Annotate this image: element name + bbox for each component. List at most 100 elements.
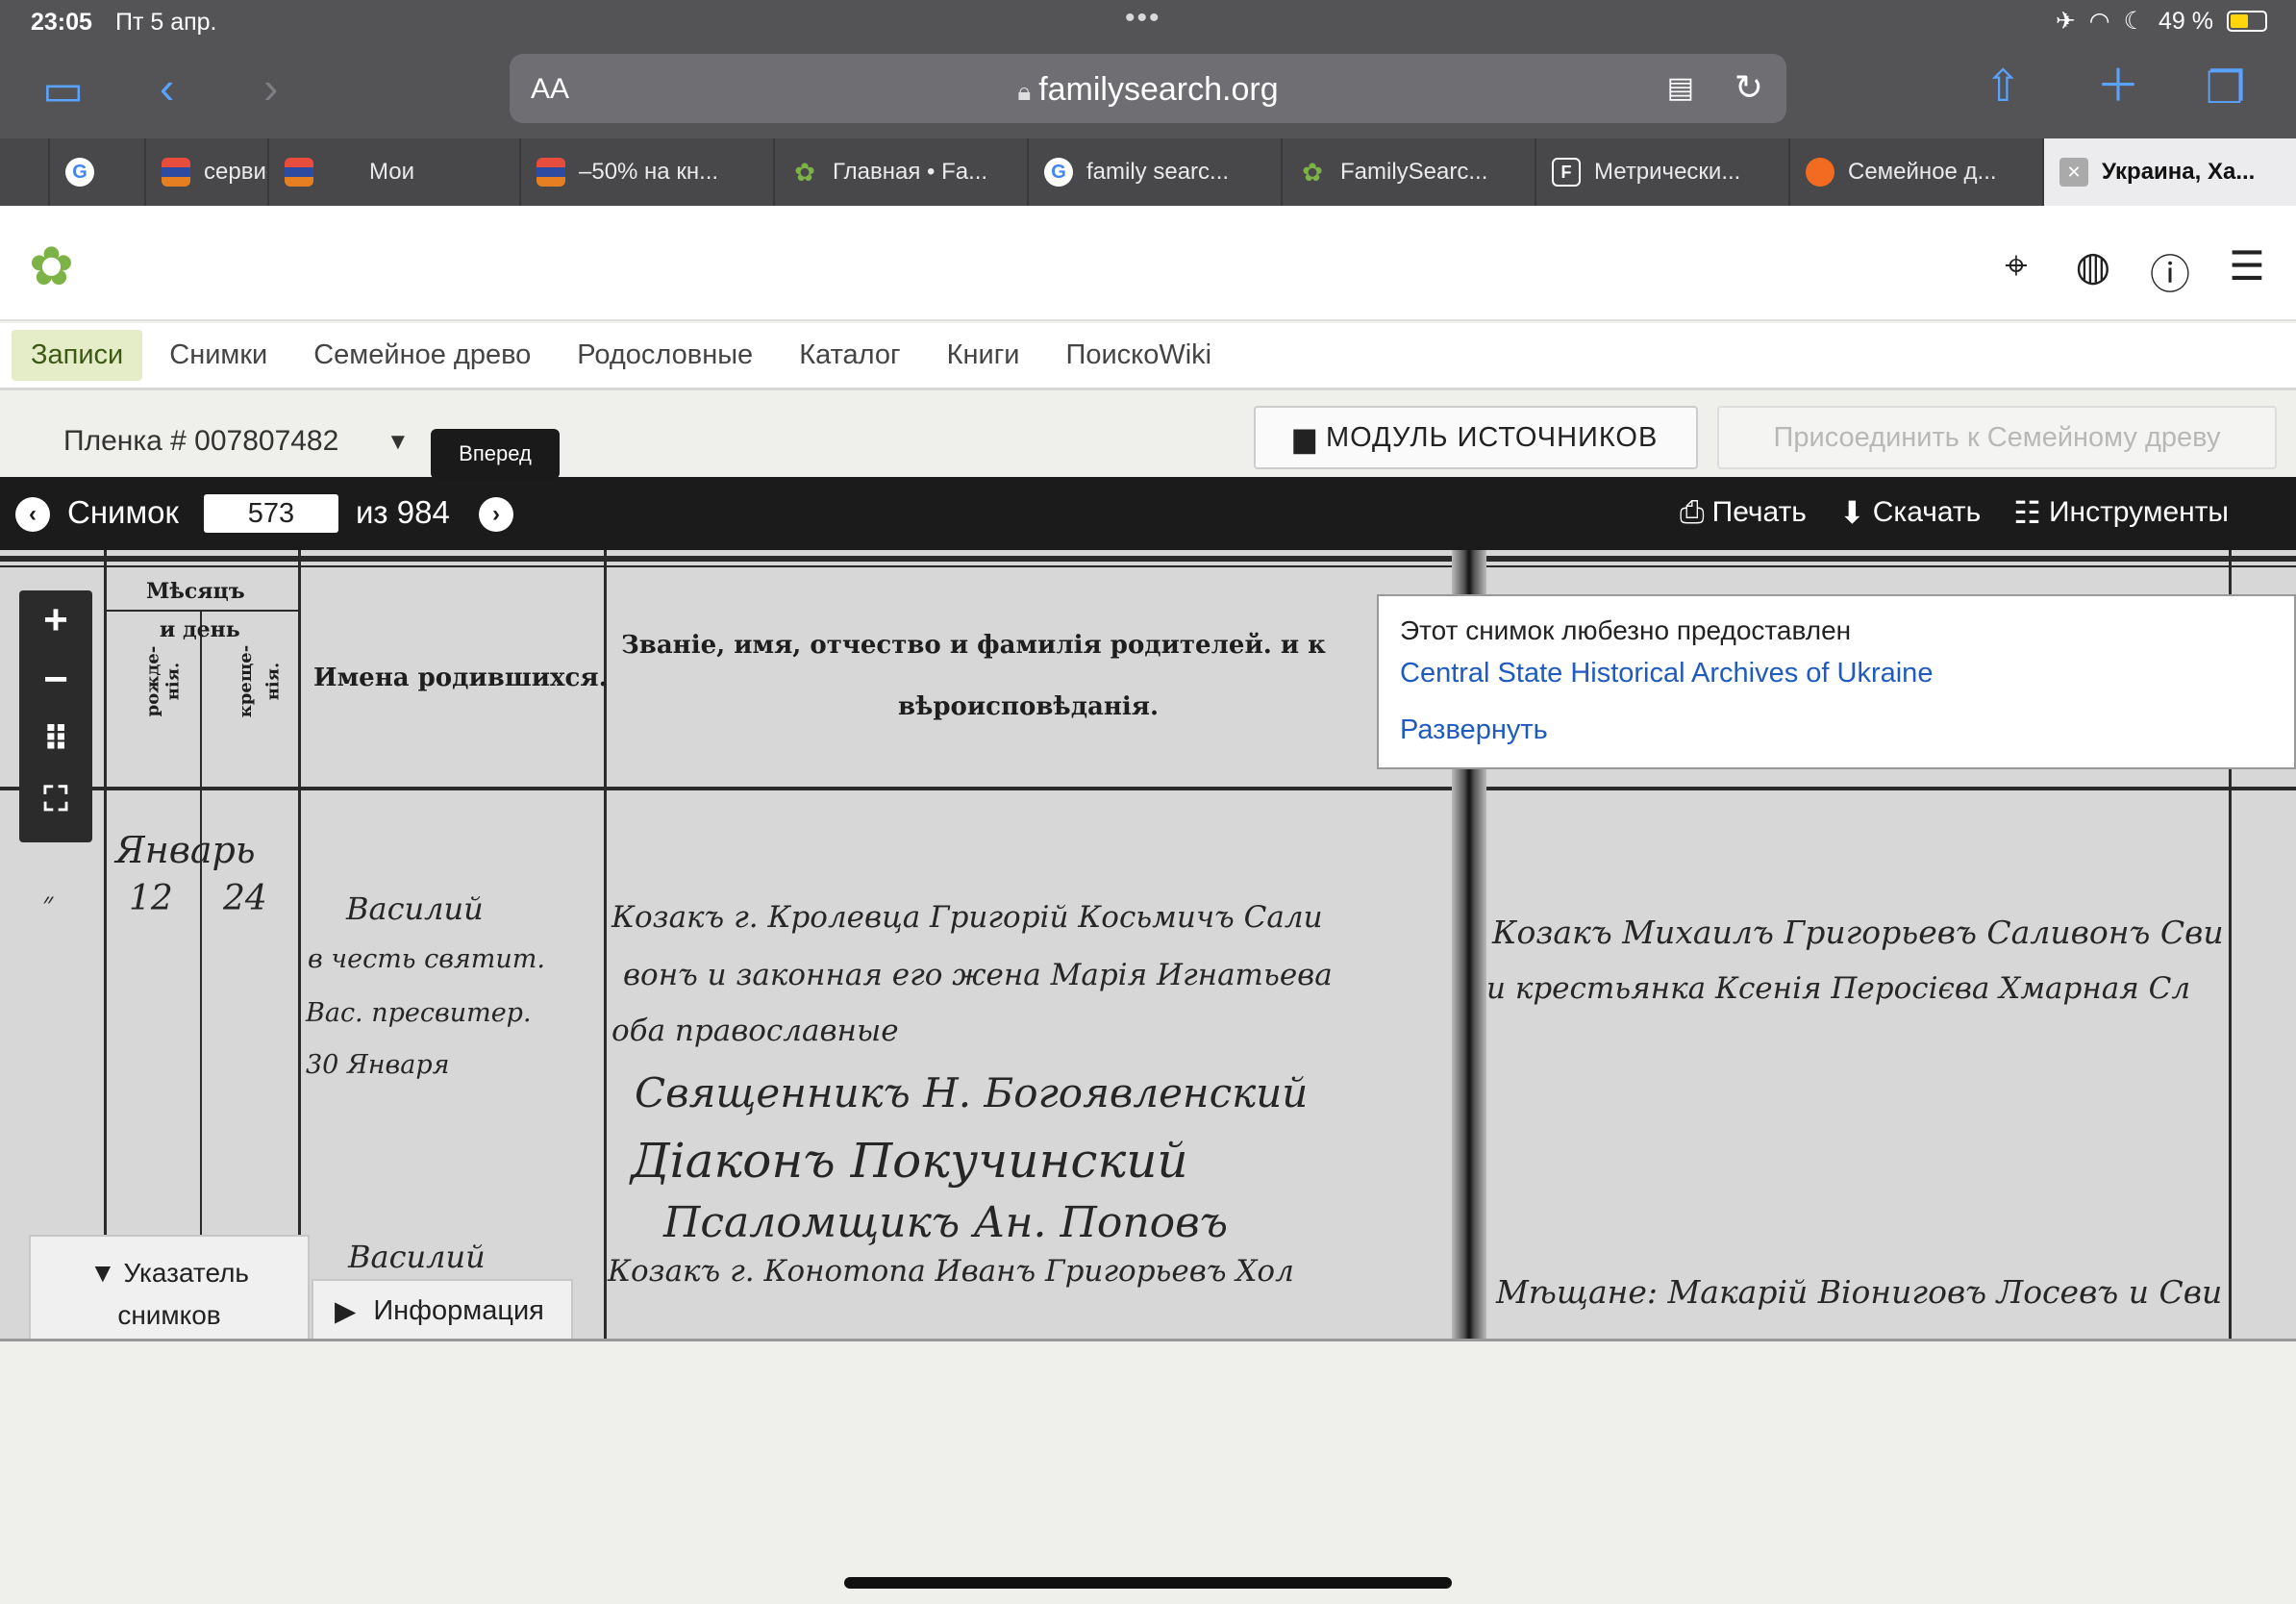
nav-genealogies[interactable]: Родословные [558,330,772,381]
doc-handwriting: Мѣщане: Макарій Віониговъ Лосевъ и Сви [1496,1273,2223,1311]
browser-tab[interactable]: Семейное д... [1788,138,2042,206]
header-icons: ⌖ ◍ ⓘ ☰ [1996,242,2267,301]
familysearch-logo-icon[interactable]: ✿ [29,235,74,298]
airplane-icon: ✈ [2055,8,2076,35]
familysearch-tree-icon: ✿ [794,157,815,187]
viewer-tools: ⎙ Печать ⬇ Скачать ☷ Инструменты [1680,494,2229,531]
browser-tab[interactable]: Мои [267,138,519,206]
tabs-overview-icon[interactable]: ❐ [2206,65,2245,110]
expand-link[interactable]: Развернуть [1400,714,2273,746]
browser-tab[interactable]: F Метрически... [1535,138,1788,206]
sliders-icon: ☷ [2013,495,2041,530]
status-bar: 23:05 Пт 5 апр. ••• ✈ ◠ ☾ 49 % [0,0,2296,42]
archive-box-icon: ▆ [1293,422,1316,454]
doc-handwriting: и крестьянка Ксенія Перосієва Хмарная Сл [1486,971,2191,1006]
doc-rule [200,612,202,1339]
caret-right-icon: ▶ [335,1295,357,1327]
doc-handwriting: Козакъ г. Конотопа Иванъ Григорьевъ Хол [608,1254,1294,1289]
safari-toolbar: ▭ ‹ › AA 🔒︎ familysearch.org ↻ ▤ ⇧ ＋ ❐ [0,42,2296,138]
main-nav: Записи Снимки Семейное древо Родословные… [0,323,2296,390]
doc-handwriting: Василий [346,890,484,927]
doc-handwriting: Вас. пресвитер. [306,998,532,1028]
image-total: из 984 [356,494,450,530]
nav-records[interactable]: Записи [12,330,143,381]
url-text: familysearch.org [1038,71,1279,108]
menu-icon[interactable]: ☰ [2227,242,2267,301]
moon-icon: ☾ [2123,8,2146,35]
grid-view-icon[interactable]: ⠿ [19,710,92,769]
browser-tab[interactable]: G [48,138,144,206]
image-index-tab[interactable]: ▼ Указатель снимков [29,1235,310,1341]
doc-rule [0,565,2296,567]
nav-images[interactable]: Снимки [150,330,287,381]
doc-handwriting: 24 [223,879,267,918]
reload-icon[interactable]: ↻ [1734,67,1763,108]
browser-tab[interactable]: сервис [144,138,267,206]
help-icon[interactable]: ⓘ [2150,242,2190,301]
download-button[interactable]: ⬇ Скачать [1839,494,1981,531]
browser-tab[interactable]: –50% на кн... [519,138,773,206]
wifi-icon: ◠ [2088,8,2110,35]
film-number[interactable]: Пленка # 007807482 [63,425,338,458]
printer-icon: ⎙ [1680,494,1705,529]
new-tab-icon[interactable]: ＋ [2096,63,2140,108]
nav-wiki[interactable]: ПоискоWiki [1047,330,1232,381]
url-display[interactable]: 🔒︎ familysearch.org [510,71,1786,109]
google-icon: G [65,158,94,187]
previous-image-icon[interactable]: ‹ [15,497,50,532]
zoom-out-icon[interactable]: − [19,650,92,710]
doc-header: нія. [162,662,184,701]
zoom-in-icon[interactable]: + [19,590,92,650]
doc-handwriting: Василий [348,1239,486,1275]
browser-tab[interactable]: ✿ Главная • Fa... [773,138,1027,206]
print-button[interactable]: ⎙ Печать [1680,494,1807,531]
stripe-icon [537,158,565,187]
zoom-controls: + − ⠿ ⛶ [19,590,92,842]
browser-tab-active[interactable]: ✕ Украина, Ха... [2042,138,2296,206]
source-box-button[interactable]: ▆ МОДУЛЬ ИСТОЧНИКОВ [1254,406,1698,469]
browser-tab[interactable]: Gfamily searc... [1027,138,1281,206]
close-icon[interactable]: ✕ [2059,158,2088,187]
share-icon[interactable]: ⇧ [1984,63,2022,108]
google-icon: G [1044,158,1073,187]
image-number-input[interactable] [204,494,338,533]
f-icon: F [1552,158,1581,187]
home-indicator[interactable] [844,1577,1452,1589]
location-pin-icon[interactable]: ⌖ [1996,242,2036,301]
chevron-down-icon[interactable]: ▼ [387,429,410,456]
doc-handwriting: Козакъ г. Кролевца Григорій Косьмичъ Сал… [611,900,1323,935]
doc-header: рожде- [142,645,163,717]
nav-family-tree[interactable]: Семейное древо [294,330,550,381]
information-tab[interactable]: ▶ Информация [312,1279,573,1341]
archive-link[interactable]: Central State Historical Archives of Ukr… [1400,658,2273,689]
address-bar[interactable]: AA 🔒︎ familysearch.org ↻ ▤ [510,54,1786,123]
tools-button[interactable]: ☷ Инструменты [2013,494,2229,531]
doc-rule [298,550,301,1339]
doc-handwriting: вонъ и законная его жена Марія Игнатьева [623,958,1333,992]
doc-handwriting: 30 Января [306,1050,450,1080]
caret-down-icon: ▼ [88,1258,116,1288]
battery-percent: 49 % [2159,7,2213,35]
download-icon: ⬇ [1838,495,1865,530]
fullscreen-icon[interactable]: ⛶ [19,769,92,829]
forward-icon[interactable]: › [263,65,278,110]
doc-handwriting: оба православные [611,1014,899,1048]
browser-tab[interactable]: ✿ FamilySearc... [1281,138,1535,206]
globe-icon[interactable]: ◍ [2073,242,2113,301]
doc-handwriting: в честь святит. [308,944,545,974]
multitasking-dots-icon[interactable]: ••• [1125,2,1161,35]
empty-page-area [0,1339,2296,1604]
next-image-icon[interactable]: › [479,497,513,532]
back-icon[interactable]: ‹ [160,65,174,110]
battery-icon [2227,11,2267,32]
nav-books[interactable]: Книги [928,330,1039,381]
translate-icon[interactable]: ▤ [1667,71,1694,105]
sidebar-icon[interactable]: ▭ [42,67,84,112]
courtesy-title: Этот снимок любезно предоставлен [1400,615,1852,645]
next-tooltip: Вперед [431,429,560,479]
image-viewer-bar: ‹ Снимок из 984 › ⎙Печать ⬇Скачать ☷Инст… [0,477,2296,550]
doc-handwriting: Январь [115,829,256,871]
attach-to-tree-button[interactable]: Присоединить к Семейному древу [1717,406,2277,469]
nav-catalog[interactable]: Каталог [780,330,919,381]
film-bar: Пленка # 007807482 ▼ ▆ МОДУЛЬ ИСТОЧНИКОВ… [0,392,2296,477]
